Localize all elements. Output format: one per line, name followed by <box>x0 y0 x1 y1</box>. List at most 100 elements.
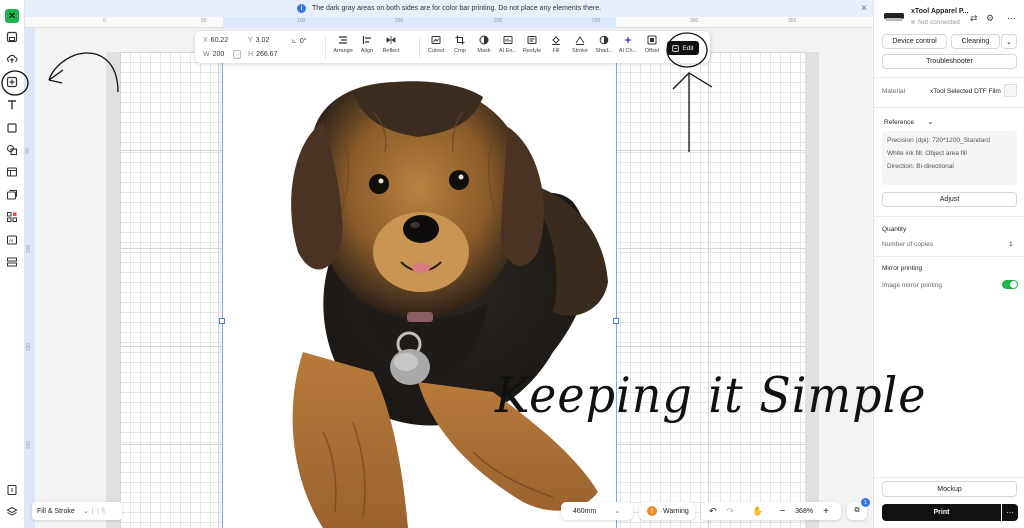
warning-icon: ! <box>647 506 657 516</box>
crop-icon <box>455 35 465 45</box>
ruler-tick: 50 <box>25 148 31 154</box>
mockup-button[interactable]: Mockup <box>882 481 1017 497</box>
chevron-down-icon[interactable]: ⌄ <box>927 117 934 126</box>
info-icon: i <box>296 4 306 13</box>
height-field[interactable]: H 266.67 <box>248 51 277 58</box>
tool-label: Stroke <box>572 48 588 54</box>
align-icon <box>362 36 371 44</box>
tool-align[interactable]: Align <box>355 35 379 54</box>
pan-hand-icon[interactable]: ✋ <box>752 506 763 517</box>
print-more-button[interactable]: ··· <box>1002 504 1018 521</box>
design-canvas[interactable]: i The dark gray areas on both sides are … <box>25 0 873 528</box>
device-header: xTool Apparel P... Not connected ⇄ ⚙ ··· <box>874 0 1024 30</box>
rotation-field[interactable]: ⊾ 0° <box>291 37 307 45</box>
color-bar-area-left <box>106 52 120 528</box>
tool-cutout[interactable]: Cutout <box>424 35 448 54</box>
dog-illustration <box>291 81 608 528</box>
fill-icon <box>552 36 560 45</box>
offset-icon <box>647 35 657 45</box>
cleaning-dropdown-chevron-icon[interactable]: ⌄ <box>1001 34 1017 49</box>
print-button[interactable]: Print <box>882 504 1001 521</box>
settings-gear-icon[interactable]: ⚙ <box>986 13 994 24</box>
elements-icon[interactable] <box>4 142 20 158</box>
switch-device-icon[interactable]: ⇄ <box>970 13 978 24</box>
tool-ai-en[interactable]: AI En... <box>496 35 520 54</box>
y-position-field[interactable]: Y 3.02 <box>248 37 269 44</box>
copies-input[interactable]: 1 <box>1009 241 1013 248</box>
reference-label[interactable]: Reference <box>884 119 914 126</box>
upload-icon[interactable] <box>4 51 20 67</box>
troubleshooter-button[interactable]: Troubleshooter <box>882 54 1017 69</box>
apps-icon[interactable] <box>4 209 20 225</box>
ai-image-icon[interactable]: AI <box>4 232 20 248</box>
zoom-in-button[interactable]: + <box>823 506 829 517</box>
layers-panel-button[interactable]: ⧉ 1 <box>847 498 870 520</box>
save-icon[interactable] <box>4 29 20 45</box>
adjust-button[interactable]: Adjust <box>882 192 1017 207</box>
x-position-field[interactable]: X 60.22 <box>203 37 228 44</box>
white-ink-text: White ink fill: Object area fill <box>887 150 967 157</box>
chevron-down-icon: ⌄ <box>82 508 89 515</box>
ruler-tick: 150 <box>395 18 404 24</box>
left-ruler: 50 100 150 200 <box>25 28 35 528</box>
tool-offset[interactable]: Offset <box>640 35 664 54</box>
warning-button[interactable]: ! Warning <box>639 502 695 520</box>
tool-restyle[interactable]: Restyle <box>520 35 544 54</box>
printer-name[interactable]: xTool Apparel P... <box>911 8 968 15</box>
tool-label: Arrange <box>333 48 353 54</box>
tool-crop[interactable]: Crop <box>448 35 472 54</box>
tool-fill[interactable]: Fill <box>544 35 568 54</box>
template-icon[interactable] <box>4 164 20 180</box>
tool-label: Shad... <box>595 48 613 54</box>
connection-status: Not connected <box>911 19 960 26</box>
tool-ai-ch[interactable]: AI Ch... <box>616 35 640 54</box>
aspect-lock-icon[interactable] <box>233 50 241 59</box>
zoom-out-button[interactable]: − <box>779 506 785 517</box>
material-label: Material <box>882 88 906 95</box>
layer-count-badge: 1 <box>861 498 870 507</box>
banner-close-icon[interactable]: × <box>861 3 867 14</box>
tool-stroke[interactable]: Stroke <box>568 35 592 54</box>
tool-label: Restyle <box>522 48 542 54</box>
material-value[interactable]: xTool Selected DTF Film <box>930 88 1001 95</box>
text-tool-icon[interactable] <box>4 97 20 113</box>
ruler-tick: 50 <box>201 18 207 24</box>
material-size-select[interactable]: 460mm ⌄ <box>561 502 633 520</box>
banner-text: The dark gray areas on both sides are fo… <box>311 5 602 12</box>
resize-handle-left[interactable] <box>219 318 225 324</box>
device-control-button[interactable]: Device control <box>882 34 947 49</box>
width-field[interactable]: W 200 <box>203 51 224 58</box>
materials-icon[interactable] <box>4 254 20 270</box>
more-options-icon[interactable]: ··· <box>1007 13 1016 23</box>
mirror-printing-toggle[interactable] <box>1002 280 1018 289</box>
reflect-icon <box>386 36 396 44</box>
app-logo-icon[interactable]: ✕ <box>5 9 19 23</box>
top-ruler: 0 50 100 150 200 250 300 350 <box>25 17 873 28</box>
tool-reflect[interactable]: Reflect <box>379 35 403 54</box>
tool-label: AI Ch... <box>618 48 638 54</box>
material-swatch[interactable] <box>1004 84 1017 97</box>
zoom-level[interactable]: 368% <box>795 508 813 515</box>
image-library-icon[interactable] <box>4 187 20 203</box>
dog-image[interactable] <box>223 52 616 528</box>
left-toolbar: ✕ AI <box>0 0 25 528</box>
ai-change-icon <box>624 36 632 44</box>
mask-icon <box>479 35 489 45</box>
cleaning-button[interactable]: Cleaning <box>951 34 1000 49</box>
layers-icon[interactable] <box>4 504 20 520</box>
resize-handle-right[interactable] <box>613 318 619 324</box>
shape-tool-icon[interactable] <box>4 120 20 136</box>
add-element-icon[interactable] <box>4 74 20 90</box>
ruler-tick: 100 <box>26 244 33 254</box>
undo-icon[interactable]: ↶ <box>709 506 717 517</box>
svg-text:AI: AI <box>9 238 13 243</box>
help-icon[interactable] <box>4 482 20 498</box>
fill-stroke-select[interactable]: Fill & Stroke ⌄ | ⟨ § <box>32 502 122 520</box>
ruler-tick: 0 <box>103 18 106 24</box>
object-properties-toolbar: X 60.22 Y 3.02 W 200 H 266.67 ⊾ 0° Arrange Ali… <box>195 31 710 63</box>
redo-icon[interactable]: ↷ <box>727 506 735 517</box>
tool-mask[interactable]: Mask <box>472 35 496 54</box>
edit-button[interactable]: Edit <box>667 41 699 55</box>
tool-arrange[interactable]: Arrange <box>331 35 355 54</box>
tool-shad[interactable]: Shad... <box>592 35 616 54</box>
